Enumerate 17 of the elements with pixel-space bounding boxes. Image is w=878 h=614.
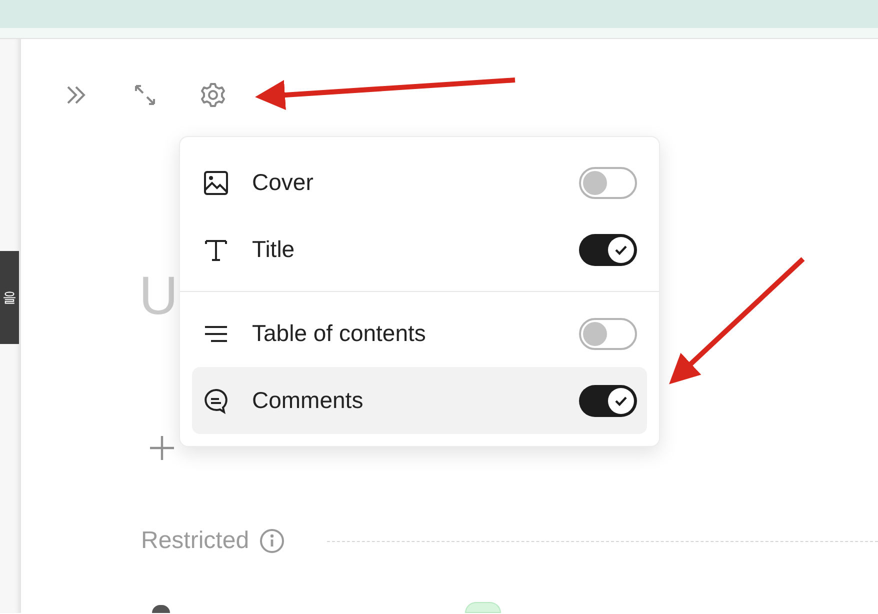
toggle-switch[interactable] <box>579 166 637 198</box>
side-tab[interactable]: 을 <box>0 251 19 344</box>
toggle-switch[interactable] <box>579 234 637 266</box>
plus-icon[interactable] <box>149 435 175 461</box>
restricted-label: Restricted <box>141 526 250 556</box>
comment-icon <box>202 386 230 414</box>
menu-item-label[interactable]: Title <box>252 232 579 267</box>
toggle-switch[interactable] <box>579 318 637 350</box>
avatar <box>152 605 170 613</box>
info-icon[interactable] <box>259 528 286 554</box>
menu-item-label[interactable]: Table of contents <box>252 316 579 351</box>
menu-item-label[interactable]: Comments <box>252 383 579 418</box>
avatar <box>465 602 501 613</box>
image-icon <box>202 168 230 196</box>
menu-item-highlight[interactable]: Comments <box>192 367 647 434</box>
toggle-switch[interactable] <box>579 384 637 416</box>
menu-item-label[interactable]: Cover <box>252 165 579 200</box>
